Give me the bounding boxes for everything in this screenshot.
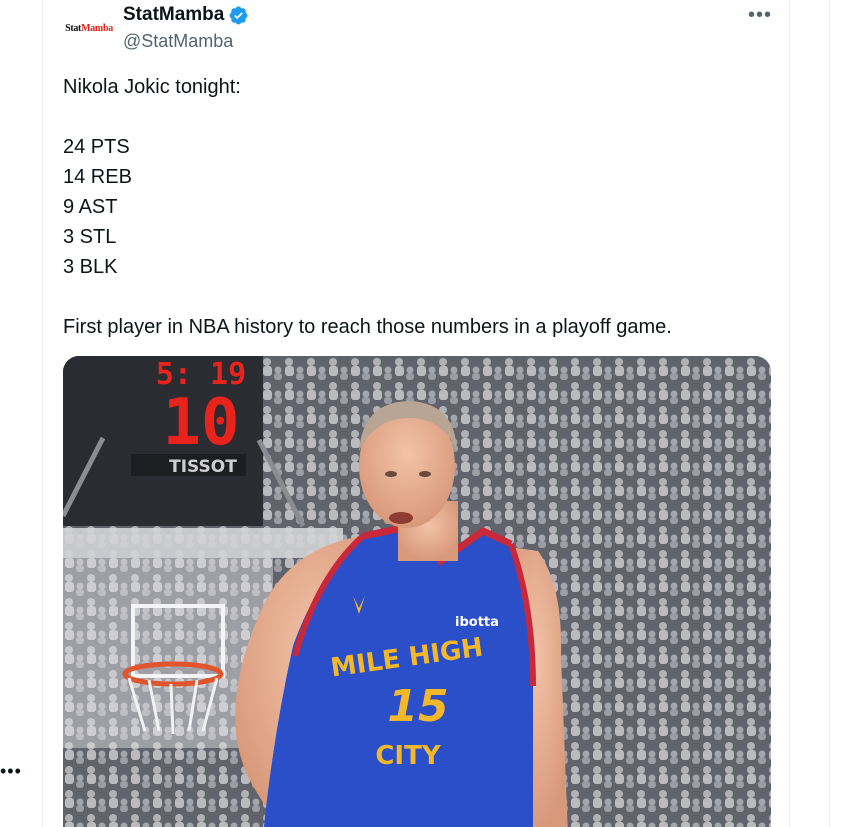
stat-line: 14 REB [63,166,132,188]
column-divider [829,0,830,827]
jersey-number: 15 [387,681,448,732]
backboard-frame [63,528,343,558]
avatar-logo-stat: Stat [65,22,82,34]
verified-badge-icon[interactable] [228,5,249,26]
stat-line: 3 BLK [63,256,118,278]
more-icon[interactable]: ••• [0,762,22,780]
more-horizontal-icon[interactable]: ••• [747,4,773,26]
tweet-text: Nikola Jokic tonight: 24 PTS 14 REB 9 AS… [63,72,763,342]
tweet-intro: Nikola Jokic tonight: [63,76,241,98]
left-column: ••• [0,0,42,827]
tweet-media-photo[interactable]: 5: 19 10 TISSOT ibotta MILE HIGH 15 CITY [63,356,771,827]
tweet-card[interactable]: Stat Mamba StatMamba @StatMamba ••• Nikol… [42,0,790,827]
avatar[interactable]: Stat Mamba [63,8,115,48]
jersey-city-text: CITY [375,741,441,771]
shot-clock: 10 [162,386,239,460]
tweet-outro: First player in NBA history to reach tho… [63,316,672,338]
author-display-name[interactable]: StatMamba [123,4,224,26]
author-name-row: StatMamba [123,4,249,26]
avatar-logo-mamba: Mamba [81,22,113,34]
jersey-sponsor: ibotta [455,615,499,630]
stat-line: 9 AST [63,196,118,218]
stat-line: 24 PTS [63,136,130,158]
author-handle[interactable]: @StatMamba [123,31,233,52]
stat-line: 3 STL [63,226,117,248]
tissot-sponsor: TISSOT [169,457,237,477]
photo-canvas: 5: 19 10 TISSOT ibotta MILE HIGH 15 CITY [63,356,771,827]
